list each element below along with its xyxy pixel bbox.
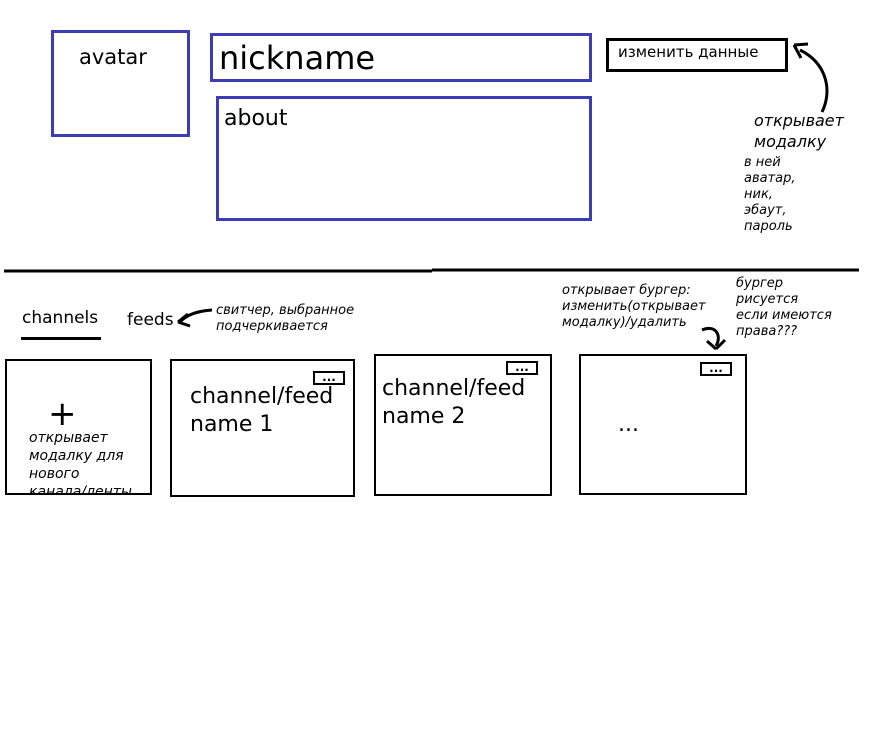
avatar-label: avatar — [79, 45, 147, 69]
burger-rights-note: бургер рисуется если имеются права??? — [736, 276, 832, 339]
card-3-name: ... — [618, 412, 639, 437]
edit-modal-fields-note: в ней аватар, ник, эбаут, пароль — [744, 155, 796, 234]
tab-channels-label: channels — [22, 308, 99, 328]
tab-feeds-label: feeds — [127, 310, 174, 330]
card-2-name: channel/feed name 2 — [382, 376, 526, 429]
nickname-field[interactable]: nickname — [210, 33, 592, 82]
burger-menu-icon: ... — [322, 370, 336, 384]
about-label: about — [224, 106, 288, 131]
edit-profile-button-label: изменить данные — [618, 43, 759, 61]
add-card-note: открывает модалку для нового канала/лент… — [29, 430, 132, 495]
burger-opens-note: открывает бургер: изменить(открывает мод… — [562, 283, 706, 330]
card-more[interactable]: ... ... — [579, 354, 747, 495]
arrow-to-burger — [701, 327, 720, 347]
burger-menu-icon: ... — [709, 361, 723, 375]
edit-profile-button[interactable]: изменить данные — [606, 38, 788, 72]
nickname-label: nickname — [219, 39, 376, 77]
burger-menu-button[interactable]: ... — [506, 361, 538, 375]
burger-menu-icon: ... — [515, 360, 529, 374]
arrowhead — [706, 338, 727, 351]
card-1-name: channel/feed name 1 — [190, 384, 334, 437]
about-field[interactable]: about — [216, 96, 592, 221]
switcher-note: свитчер, выбранное подчеркивается — [216, 303, 355, 334]
burger-menu-button[interactable]: ... — [700, 362, 732, 376]
card-channel-1[interactable]: ... channel/feed name 1 — [170, 359, 355, 497]
arrowhead — [177, 312, 191, 328]
avatar-box[interactable]: avatar — [51, 30, 190, 137]
plus-icon: + — [48, 394, 77, 434]
arrowhead — [792, 42, 809, 59]
arrow-to-edit-button — [799, 48, 829, 113]
add-card[interactable]: + открывает модалку для нового канала/ле… — [5, 359, 152, 495]
edit-opens-note: открывает модалку — [754, 111, 844, 151]
card-channel-2[interactable]: ... channel/feed name 2 — [374, 354, 552, 496]
arrow-to-feeds-tab — [179, 308, 213, 323]
tab-channels[interactable]: channels — [21, 308, 101, 340]
tab-feeds[interactable]: feeds — [126, 310, 178, 334]
